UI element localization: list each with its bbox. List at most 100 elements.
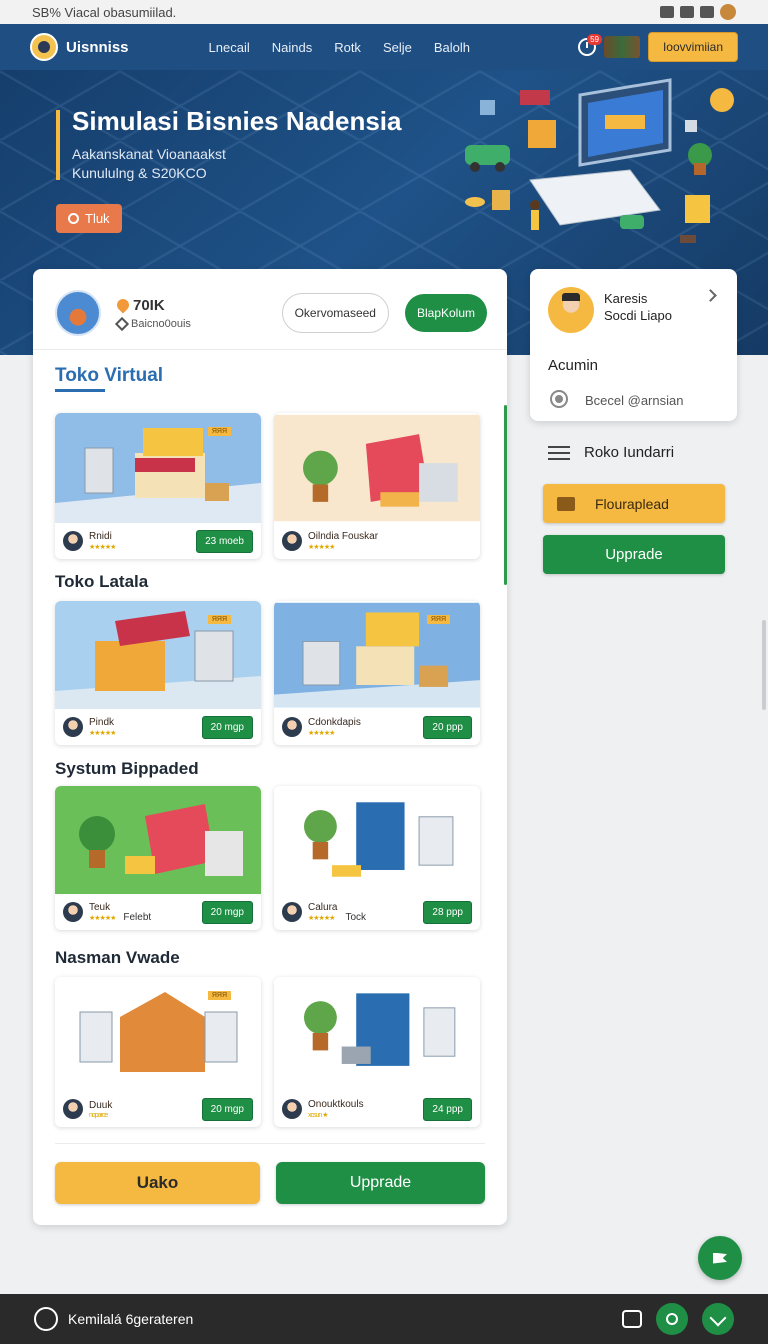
tile-meta: Cdonkdapis ★★★★★ — [308, 717, 361, 737]
price-button[interactable]: 20 ppp — [423, 715, 472, 739]
hero-button[interactable]: Tluk — [56, 204, 122, 233]
seller-avatar — [282, 531, 302, 551]
store-tile-3[interactable]: ЯЯЯ Pindk ★★★★★ 20 mgp — [55, 601, 261, 745]
store-card: 70IK Baicno0ouis Okervomaseed BlapKolum … — [33, 269, 507, 1225]
store-tile-1[interactable]: ЯЯЯ Rnidi ★★★★★ 23 moeb — [55, 413, 261, 559]
store-tile-5[interactable]: Teuk ★★★★★ Felebt 20 mgp — [55, 786, 261, 930]
rating-stars: ★★★★★ — [308, 544, 335, 551]
brand-avatar-icon[interactable] — [30, 33, 58, 61]
media-thumbnail[interactable] — [603, 36, 640, 58]
profile-row: 70IK Baicno0ouis Okervomaseed BlapKolum — [55, 289, 487, 337]
bottom-bar-actions — [622, 1303, 734, 1335]
seller-avatar — [63, 902, 83, 922]
status-text: SB% Viacal obasumiilad. — [32, 4, 177, 20]
menu-item-label: Roko Iundarri — [584, 444, 675, 461]
price-button[interactable]: 24 ppp — [423, 1097, 472, 1121]
profile-stats: 70IK Baicno0ouis — [114, 296, 191, 331]
seller-name: Oilndia Fouskar — [308, 531, 379, 542]
user-name-line-2: Socdi Liapo — [604, 308, 672, 323]
radio-label: Bcecel @arnsian — [585, 393, 684, 408]
status-bar: SB% Viacal obasumiilad. — [0, 0, 768, 24]
nav-link-2[interactable]: Nainds — [272, 40, 312, 55]
brand-name[interactable]: Uisnniss — [66, 39, 129, 56]
tile-meta: Onouktkouls xcsun ★ — [308, 1099, 364, 1119]
section-title-3: Systum Bippaded — [55, 759, 199, 778]
profile-action-button[interactable] — [656, 1303, 688, 1335]
tile-meta: Duuk noparce — [89, 1100, 112, 1119]
price-button[interactable]: 20 mgp — [201, 715, 253, 739]
status-icons — [660, 4, 736, 20]
price-button[interactable]: 20 mgp — [201, 1097, 253, 1121]
tile-footer: Cdonkdapis ★★★★★ 20 ppp — [274, 709, 480, 745]
store-tile-4[interactable]: ЯЯЯ Cdonkdapis ★★★★★ 20 ppp — [274, 601, 480, 745]
store-image-8 — [274, 978, 480, 1088]
green-pill-button[interactable]: BlapKolum — [404, 294, 487, 332]
coins-illustration — [465, 190, 510, 210]
store-image-2 — [274, 414, 480, 522]
list-icon — [548, 445, 570, 460]
chevron-right-icon[interactable] — [704, 289, 717, 302]
hero-title: Simulasi Bisnies Nadensia — [72, 106, 402, 136]
seller-name: Teuk — [89, 902, 111, 913]
tile-meta: Pindk ★★★★★ — [89, 717, 116, 737]
store-tile-8[interactable]: Onouktkouls xcsun ★ 24 ppp — [274, 977, 480, 1127]
price-button[interactable]: 23 moeb — [196, 529, 253, 553]
nav-right: 59 Ioovvimiian — [577, 32, 738, 62]
side-upgrade-button[interactable]: Upprade — [543, 535, 725, 574]
seller-name: Calura — [308, 902, 338, 913]
stat-sub: Baicno0ouis — [114, 316, 191, 331]
floating-action-button[interactable] — [698, 1236, 742, 1280]
tile-footer: Onouktkouls xcsun ★ 24 ppp — [274, 1091, 480, 1127]
home-circle-icon[interactable] — [34, 1307, 58, 1331]
profile-avatar[interactable] — [55, 290, 101, 336]
nav-cta-button[interactable]: Ioovvimiian — [647, 32, 738, 62]
tile-meta: Rnidi ★★★★★ — [89, 531, 116, 551]
stat-main-value: 70IK — [133, 296, 165, 314]
battery-icon — [700, 6, 714, 18]
stat-sub-value: Baicno0ouis — [131, 317, 191, 330]
bottom-bar-label: Kemilalá 6gerateren — [68, 1311, 194, 1327]
store-tile-2[interactable]: Oilndia Fouskar ★★★★★ — [274, 413, 480, 559]
nav-links: Lnecail Nainds Rotk Selje Balolh — [209, 40, 470, 55]
top-navigation: Uisnniss Lnecail Nainds Rotk Selje Balol… — [0, 24, 768, 70]
nav-link-4[interactable]: Selje — [383, 40, 412, 55]
store-tile-7[interactable]: ЯЯЯ Duuk noparce 20 mgp — [55, 977, 261, 1127]
card-scrollbar[interactable] — [504, 405, 507, 585]
rating-stars: noparce — [89, 1111, 108, 1119]
nav-link-3[interactable]: Rotk — [334, 40, 361, 55]
seller-name: Rnidi — [89, 531, 112, 542]
confirm-action-button[interactable] — [702, 1303, 734, 1335]
nav-link-1[interactable]: Lnecail — [209, 40, 250, 55]
tile-footer: Oilndia Fouskar ★★★★★ — [274, 523, 480, 559]
store-tile-6[interactable]: Calura ★★★★★ Tock 28 ppp — [274, 786, 480, 930]
side-yellow-button[interactable]: Flouraplead — [543, 484, 725, 523]
rating-stars: ★★★★★ — [89, 915, 116, 922]
misc-items — [620, 215, 696, 243]
person-icon — [666, 1313, 678, 1325]
price-button[interactable]: 20 mgp — [201, 900, 253, 924]
radio-button[interactable] — [550, 390, 568, 408]
outline-pill-button[interactable]: Okervomaseed — [281, 293, 389, 333]
upgrade-button[interactable]: Upprade — [276, 1162, 485, 1204]
section-title-4: Nasman Vwade — [55, 948, 180, 967]
hero-subtitle-1: Aakanskanat Vioanaakst — [72, 146, 226, 162]
nav-link-5[interactable]: Balolh — [434, 40, 470, 55]
section-underline — [55, 389, 105, 392]
tile-tag: ЯЯЯ — [426, 615, 450, 624]
seller-extra: Tock — [345, 911, 367, 923]
divider — [33, 349, 507, 350]
tile-meta: Oilndia Fouskar ★★★★★ — [308, 531, 378, 551]
uako-button[interactable]: Uako — [55, 1162, 260, 1204]
page-scrollbar[interactable] — [762, 620, 766, 710]
window-icon[interactable] — [622, 1310, 642, 1328]
person-illustration — [530, 200, 540, 230]
menu-item-list[interactable]: Roko Iundarri — [548, 444, 674, 461]
signal-icon — [680, 6, 694, 18]
tile-meta: Calura ★★★★★ — [308, 902, 337, 922]
user-avatar[interactable] — [548, 287, 594, 333]
tile-footer: Pindk ★★★★★ 20 mgp — [55, 709, 261, 745]
clock-icon[interactable]: 59 — [577, 34, 602, 56]
user-name-line-1: Karesis — [604, 291, 648, 306]
rating-stars: ★★★★★ — [89, 730, 116, 737]
price-button[interactable]: 28 ppp — [423, 900, 472, 924]
